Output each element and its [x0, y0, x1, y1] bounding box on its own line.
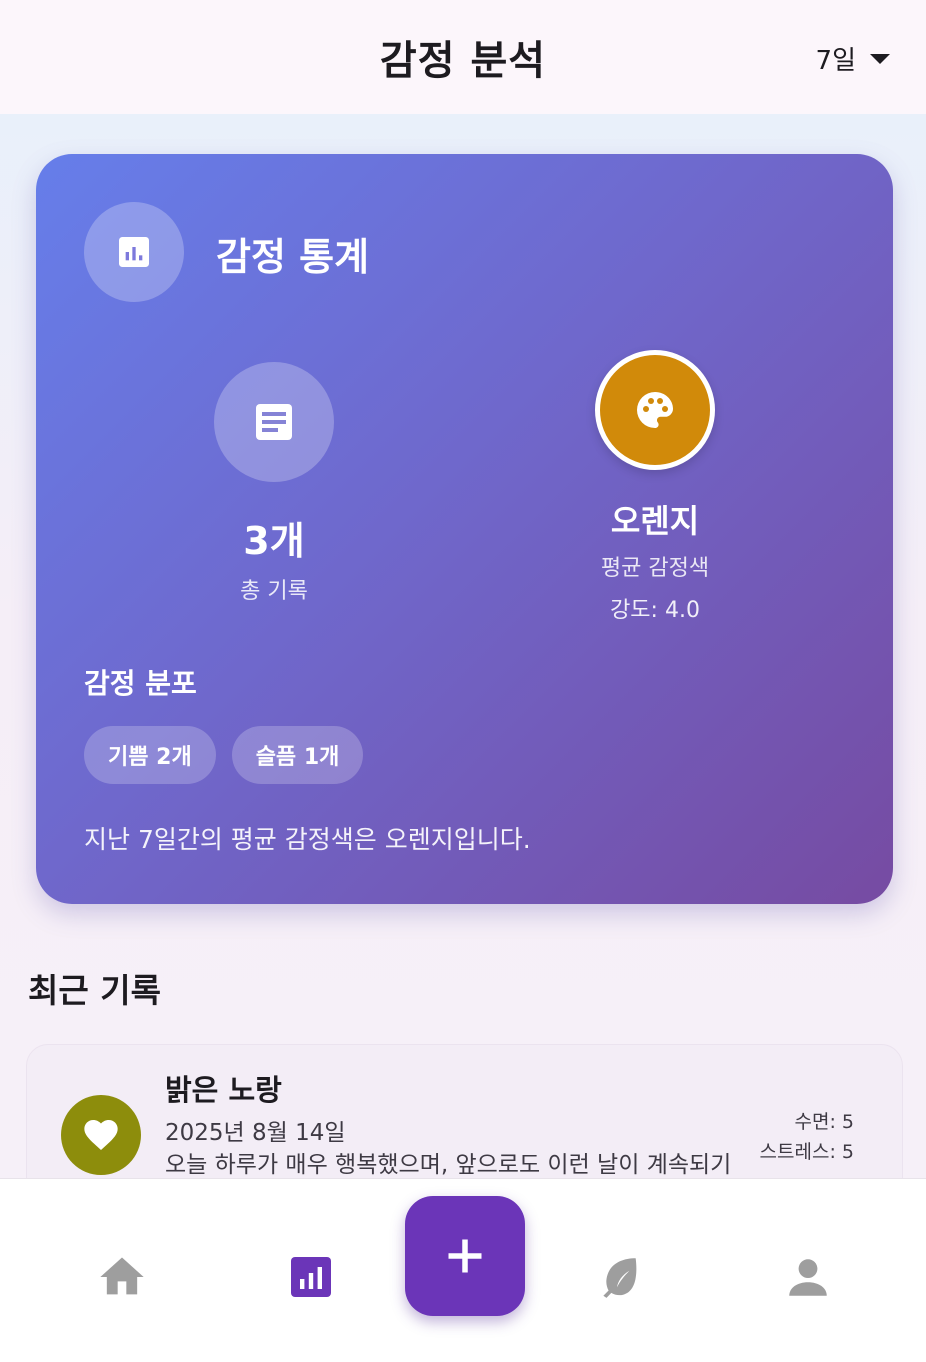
- recent-records-title: 최근 기록: [28, 971, 161, 1010]
- document-icon: [256, 404, 292, 440]
- average-intensity: 강도: 4.0: [610, 598, 700, 623]
- stats-summary-text: 지난 7일간의 평균 감정색은 오렌지입니다.: [84, 825, 531, 854]
- average-color-name: 오렌지: [610, 502, 700, 540]
- total-records-label: 총 기록: [240, 579, 308, 604]
- distribution-chip-joy[interactable]: 기쁨 2개: [84, 726, 216, 784]
- period-selected-value: 7일: [815, 46, 856, 76]
- record-note: 오늘 하루가 매우 행복했으며, 앞으로도 이런 날이 계속되기: [165, 1152, 732, 1178]
- home-icon: [100, 1257, 144, 1295]
- leaf-icon: [603, 1258, 637, 1298]
- palette-icon: [637, 392, 673, 428]
- total-records-stat: 3개 총 기록: [188, 362, 360, 605]
- nav-wellness[interactable]: [593, 1251, 645, 1303]
- emotion-stats-card: 감정 통계 3개 총 기록 오렌지 평균 감정색 강도: 4.0 감정 분포 기…: [36, 154, 893, 904]
- app-bar: 감정 분석 7일: [0, 0, 926, 114]
- record-date: 2025년 8월 14일: [165, 1120, 346, 1146]
- average-color-swatch: [595, 350, 715, 470]
- stats-card-title: 감정 통계: [216, 235, 370, 279]
- bar-chart-icon: [119, 237, 149, 267]
- add-record-button[interactable]: [405, 1196, 525, 1316]
- person-icon: [789, 1259, 827, 1296]
- nav-analysis[interactable]: [285, 1251, 337, 1303]
- heart-icon: [84, 1120, 118, 1150]
- page-title: 감정 분석: [379, 38, 547, 84]
- record-stress: 스트레스: 5: [759, 1141, 854, 1163]
- nav-profile[interactable]: [782, 1251, 834, 1303]
- distribution-chip-sadness[interactable]: 슬픔 1개: [231, 726, 364, 784]
- record-sleep: 수면: 5: [794, 1111, 855, 1133]
- period-dropdown[interactable]: 7일: [816, 40, 890, 77]
- stats-icon-badge: [84, 202, 184, 302]
- bar-chart-icon: [291, 1257, 331, 1297]
- plus-icon: [448, 1239, 482, 1273]
- nav-home[interactable]: [96, 1251, 148, 1303]
- record-color-name: 밝은 노랑: [165, 1073, 282, 1107]
- record-color-swatch: [61, 1095, 141, 1175]
- distribution-title: 감정 분포: [84, 667, 197, 700]
- distribution-chips: 기쁨 2개 슬픔 1개: [84, 726, 364, 784]
- average-color-stat: 오렌지 평균 감정색 강도: 4.0: [566, 350, 744, 624]
- document-icon-badge: [214, 362, 334, 482]
- record-metrics: 수면: 5 스트레스: 5: [760, 1107, 854, 1167]
- chevron-down-icon: [870, 53, 890, 64]
- total-records-value: 3개: [243, 519, 305, 563]
- average-color-label: 평균 감정색: [600, 556, 710, 581]
